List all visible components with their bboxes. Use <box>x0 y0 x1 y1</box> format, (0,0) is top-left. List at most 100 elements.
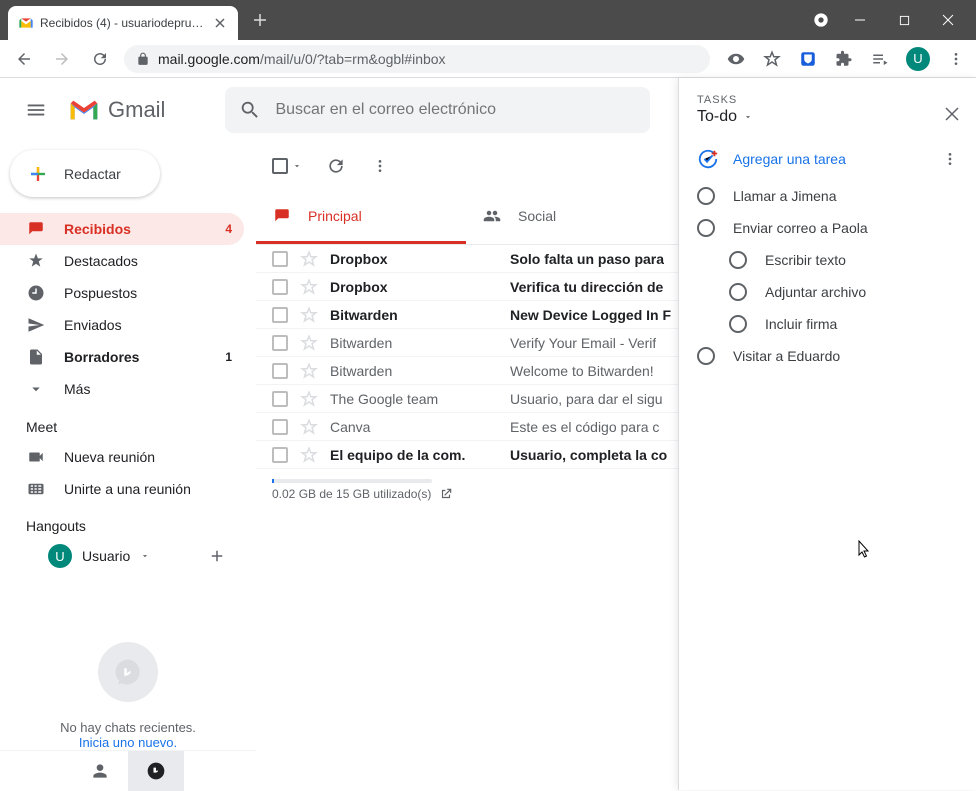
mail-sender: Bitwarden <box>330 363 498 379</box>
mail-subject: New Device Logged In F <box>510 307 671 323</box>
tab-social[interactable]: Social <box>466 190 676 244</box>
tasks-list-selector[interactable]: To-do <box>697 108 958 126</box>
star-icon[interactable] <box>300 390 318 408</box>
add-task-icon <box>697 148 719 170</box>
mail-sender: The Google team <box>330 391 498 407</box>
window-minimize-button[interactable] <box>846 6 874 34</box>
eye-icon[interactable] <box>726 49 746 69</box>
task-complete-radio[interactable] <box>729 315 747 333</box>
gmail-logo-text: Gmail <box>108 97 165 123</box>
window-close-button[interactable] <box>934 6 962 34</box>
mail-subject: Usuario, para dar el sigu <box>510 391 663 407</box>
mail-subject: Usuario, completa la co <box>510 447 667 463</box>
row-checkbox[interactable] <box>272 335 288 351</box>
chats-empty-state: No hay chats recientes. Inicia uno nuevo… <box>0 642 256 750</box>
task-item[interactable]: Escribir texto <box>697 244 970 276</box>
extensions-puzzle-icon[interactable] <box>834 49 854 69</box>
bottom-hangouts-icon[interactable] <box>128 751 184 791</box>
task-complete-radio[interactable] <box>697 347 715 365</box>
task-item[interactable]: Incluir firma <box>697 308 970 340</box>
gmail-logo[interactable]: Gmail <box>68 97 165 123</box>
tab-close-icon[interactable] <box>212 15 228 31</box>
search-input[interactable] <box>275 101 636 119</box>
task-item[interactable]: Llamar a Jimena <box>697 180 970 212</box>
task-complete-radio[interactable] <box>697 187 715 205</box>
caret-down-icon <box>743 112 753 122</box>
browser-menu-icon[interactable] <box>946 49 966 69</box>
star-icon[interactable] <box>300 334 318 352</box>
star-icon[interactable] <box>300 306 318 324</box>
task-item[interactable]: Enviar correo a Paola <box>697 212 970 244</box>
star-bookmark-icon[interactable] <box>762 49 782 69</box>
select-all-checkbox[interactable] <box>272 158 302 174</box>
hangouts-user-row[interactable]: U Usuario <box>0 540 256 572</box>
task-complete-radio[interactable] <box>729 251 747 269</box>
star-icon[interactable] <box>300 362 318 380</box>
start-chat-link[interactable]: Inicia uno nuevo. <box>0 735 256 750</box>
task-item[interactable]: Adjuntar archivo <box>697 276 970 308</box>
tasks-more-button[interactable] <box>942 151 958 167</box>
sidebar-item-sent[interactable]: Enviados <box>0 309 244 341</box>
search-box[interactable] <box>225 87 650 133</box>
compose-button[interactable]: Redactar <box>10 150 160 197</box>
row-checkbox[interactable] <box>272 447 288 463</box>
row-checkbox[interactable] <box>272 391 288 407</box>
file-icon <box>26 348 46 366</box>
tab-primary[interactable]: Principal <box>256 190 466 244</box>
star-icon[interactable] <box>300 418 318 436</box>
extension-bitwarden-icon[interactable] <box>798 49 818 69</box>
mail-sender: Dropbox <box>330 279 498 295</box>
row-checkbox[interactable] <box>272 307 288 323</box>
compose-label: Redactar <box>64 166 121 182</box>
external-link-icon[interactable] <box>439 487 453 501</box>
meet-join-meeting[interactable]: Unirte a una reunión <box>0 473 256 505</box>
star-icon[interactable] <box>300 250 318 268</box>
mail-sender: Bitwarden <box>330 335 498 351</box>
mail-subject: Verify Your Email - Verif <box>510 335 656 351</box>
caret-down-icon <box>292 161 302 171</box>
reload-button[interactable] <box>86 45 114 73</box>
task-item[interactable]: Visitar a Eduardo <box>697 340 970 372</box>
address-bar[interactable]: mail.google.com/mail/u/0/?tab=rm&ogbl#in… <box>124 45 710 73</box>
browser-toolbar: mail.google.com/mail/u/0/?tab=rm&ogbl#in… <box>0 40 976 78</box>
browser-tab[interactable]: Recibidos (4) - usuariodepruebas <box>8 6 238 40</box>
row-checkbox[interactable] <box>272 251 288 267</box>
account-indicator-icon[interactable] <box>812 11 830 29</box>
meet-new-meeting[interactable]: Nueva reunión <box>0 441 256 473</box>
window-maximize-button[interactable] <box>890 6 918 34</box>
row-checkbox[interactable] <box>272 279 288 295</box>
task-complete-radio[interactable] <box>729 283 747 301</box>
bottom-contacts-icon[interactable] <box>72 751 128 791</box>
media-control-icon[interactable] <box>870 49 890 69</box>
task-text: Llamar a Jimena <box>733 188 837 204</box>
star-icon[interactable] <box>300 446 318 464</box>
lock-icon <box>136 52 150 66</box>
tasks-close-button[interactable] <box>940 102 964 126</box>
chat-bubble-icon <box>98 642 158 702</box>
sidebar-item-starred[interactable]: Destacados <box>0 245 244 277</box>
sidebar-item-drafts[interactable]: Borradores 1 <box>0 341 244 373</box>
sidebar-item-more[interactable]: Más <box>0 373 244 405</box>
forward-button[interactable] <box>48 45 76 73</box>
new-tab-button[interactable] <box>246 6 274 34</box>
back-button[interactable] <box>10 45 38 73</box>
refresh-button[interactable] <box>326 156 346 176</box>
row-checkbox[interactable] <box>272 363 288 379</box>
task-text: Enviar correo a Paola <box>733 220 868 236</box>
profile-avatar[interactable]: U <box>906 47 930 71</box>
sidebar-item-inbox[interactable]: Recibidos 4 <box>0 213 244 245</box>
meet-section-title: Meet <box>0 405 256 441</box>
row-checkbox[interactable] <box>272 419 288 435</box>
star-icon[interactable] <box>300 278 318 296</box>
keyboard-icon <box>26 480 46 498</box>
task-text: Incluir firma <box>765 316 837 332</box>
more-actions-button[interactable] <box>370 156 390 176</box>
add-task-button[interactable]: Agregar una tarea <box>697 148 846 170</box>
hangouts-add-button[interactable] <box>208 547 226 565</box>
sidebar-item-snoozed[interactable]: Pospuestos <box>0 277 244 309</box>
task-complete-radio[interactable] <box>697 219 715 237</box>
tasks-label: TASKS <box>697 94 958 106</box>
main-menu-button[interactable] <box>16 90 56 130</box>
tasks-panel: TASKS To-do Agregar una tarea L <box>678 78 976 790</box>
mail-subject: Welcome to Bitwarden! <box>510 363 654 379</box>
